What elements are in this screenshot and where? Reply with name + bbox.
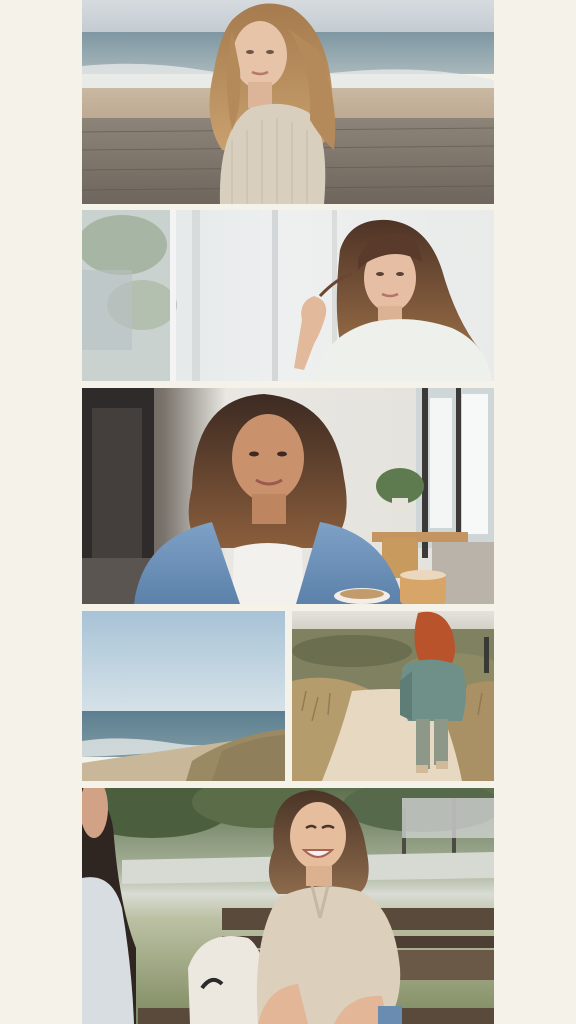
photo-woman-in-cafe xyxy=(82,388,494,604)
photo-woman-on-bench xyxy=(82,788,494,1024)
photo-woman-walking-dunes xyxy=(292,611,494,781)
photo-collage xyxy=(0,0,576,1024)
photo-woman-by-window xyxy=(82,210,494,381)
photo-woman-on-boardwalk xyxy=(82,0,494,204)
photo-sea-landscape xyxy=(82,611,285,781)
